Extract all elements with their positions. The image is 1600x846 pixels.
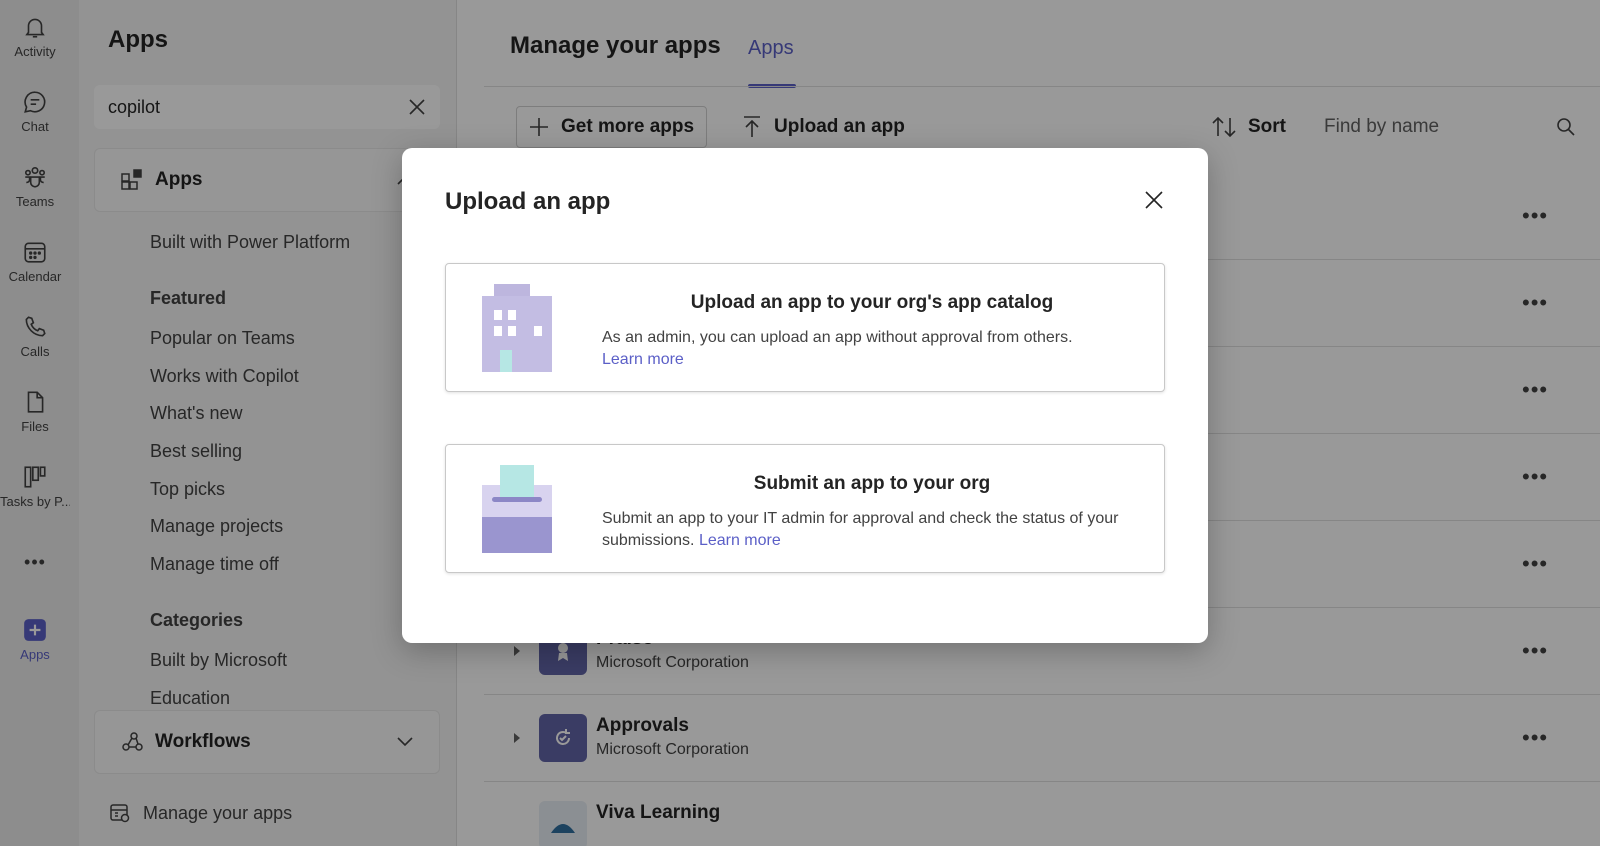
option-description: Submit an app to your IT admin for appro… xyxy=(602,508,1122,552)
option-description: As an admin, you can upload an app witho… xyxy=(602,327,1122,371)
close-icon[interactable] xyxy=(1142,188,1166,212)
option-title: Submit an app to your org xyxy=(753,473,991,494)
dialog-title: Upload an app xyxy=(445,188,611,215)
option-desc-text: As an admin, you can upload an app witho… xyxy=(602,329,1073,346)
upload-app-dialog: Upload an app Upload an app to your org'… xyxy=(402,148,1208,643)
building-icon xyxy=(482,284,552,372)
upload-to-catalog-option[interactable]: Upload an app to your org's app catalog … xyxy=(445,263,1165,392)
learn-more-link[interactable]: Learn more xyxy=(602,351,684,368)
option-title: Upload an app to your org's app catalog xyxy=(690,292,1054,313)
learn-more-link[interactable]: Learn more xyxy=(699,532,781,549)
submit-box-icon xyxy=(482,465,552,553)
submit-to-org-option[interactable]: Submit an app to your org Submit an app … xyxy=(445,444,1165,573)
option-desc-text: Submit an app to your IT admin for appro… xyxy=(602,510,1119,549)
